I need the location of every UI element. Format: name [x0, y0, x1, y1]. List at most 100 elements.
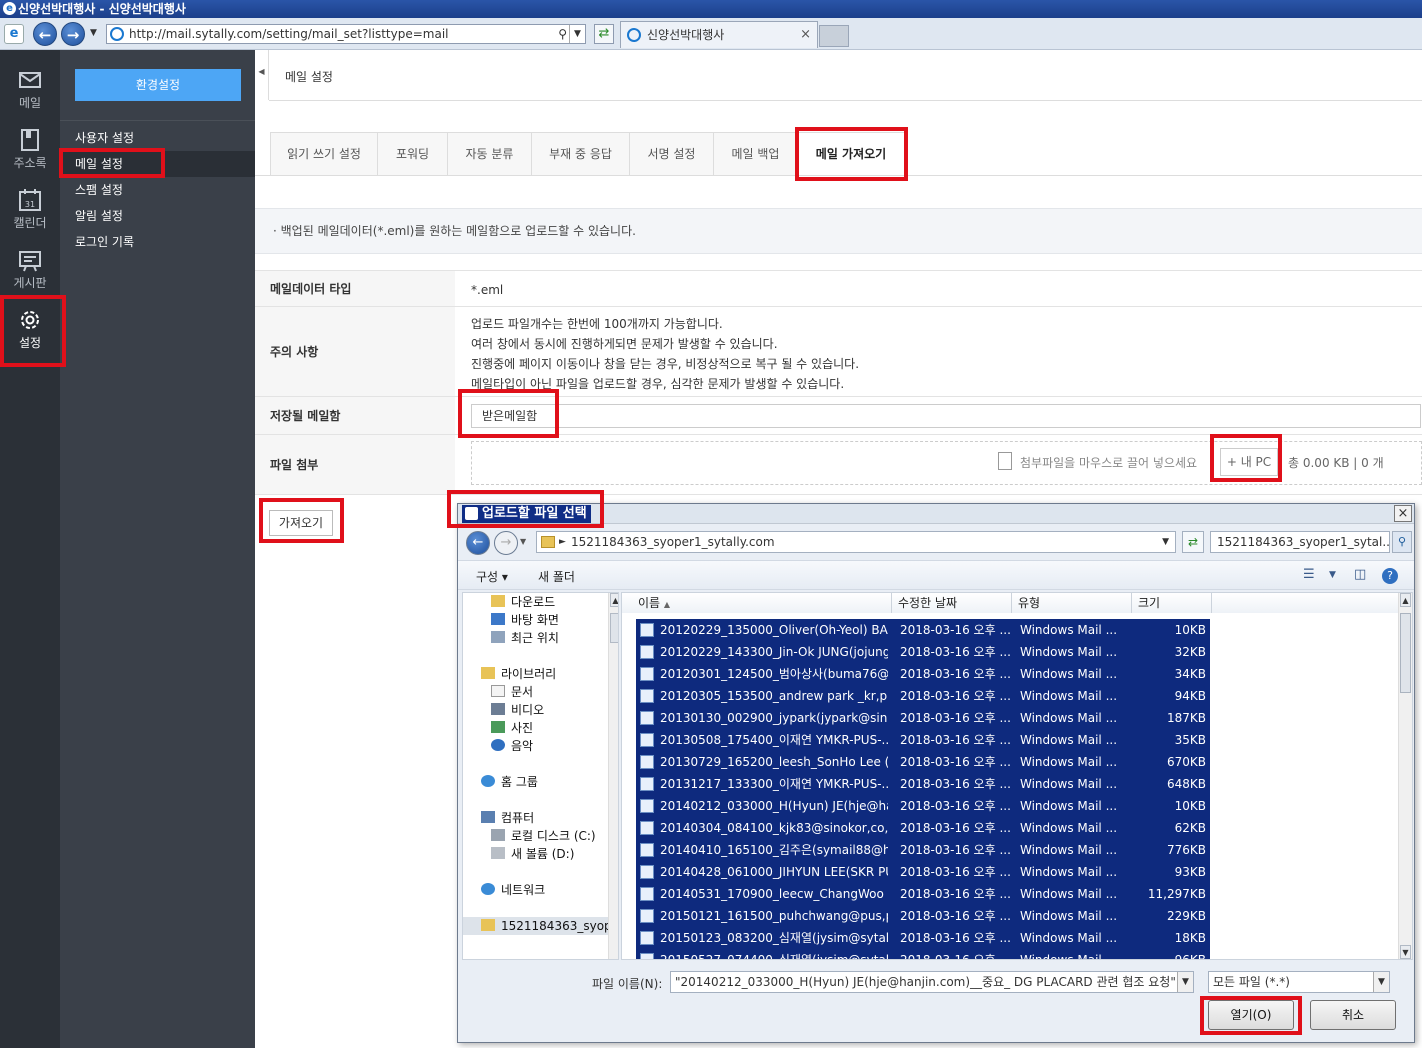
file-date: 2018-03-16 오후 ... [900, 623, 1010, 637]
file-row[interactable]: 20130729_165200_leesh_SonHo Lee (C... 201… [636, 751, 1210, 773]
dialog-forward-button[interactable]: → [494, 531, 518, 555]
url-dropdown-icon[interactable]: ▼ [569, 25, 585, 43]
tree-scrollbar[interactable]: ▲ [608, 593, 618, 959]
environment-settings-button[interactable]: 환경설정 [75, 69, 241, 101]
browser-tab[interactable]: 신양선박대행사 × [620, 21, 818, 48]
file-row[interactable]: 20120229_135000_Oliver(Oh-Yeol) BAE,... 2… [636, 619, 1210, 641]
list-scrollbar[interactable]: ▲ ▼ [1398, 593, 1412, 959]
file-row[interactable]: 20140531_170900_leecw_ChangWoo L... 2018-… [636, 883, 1210, 905]
search-icon[interactable]: ⚲ [558, 25, 567, 43]
dialog-path-bar[interactable]: ► 1521184363_syoper1_sytally.com ▼ [536, 531, 1176, 553]
tree-item-pictures[interactable]: 사진 [491, 719, 533, 737]
tree-item-network[interactable]: 네트워크 [481, 881, 545, 899]
tab-close-icon[interactable]: × [800, 22, 811, 48]
rail-item-calendar[interactable]: 31 캘린더 [0, 180, 60, 236]
dialog-search-icon[interactable]: ⚲ [1392, 531, 1412, 553]
tree-item-current-folder[interactable]: 1521184363_syope [463, 917, 618, 935]
import-button[interactable]: 가져오기 [269, 510, 333, 536]
dialog-search-input[interactable]: 1521184363_syoper1_sytal... [1210, 531, 1390, 553]
back-button[interactable]: ← [33, 22, 57, 46]
dialog-close-button[interactable]: × [1394, 505, 1412, 522]
tab-mail-backup[interactable]: 메일 백업 [713, 132, 797, 176]
file-row[interactable]: 20140212_033000_H(Hyun) JE(hje@ha... 2018… [636, 795, 1210, 817]
tab-mail-import[interactable]: 메일 가져오기 [797, 132, 905, 176]
scroll-up-icon[interactable]: ▲ [1400, 593, 1411, 607]
tree-item-videos[interactable]: 비디오 [491, 701, 544, 719]
mailbox-select[interactable]: 받은메일함 [471, 404, 1421, 428]
file-date: 2018-03-16 오후 ... [900, 821, 1010, 835]
sidebar-item-notification-settings[interactable]: 알림 설정 [60, 203, 255, 229]
tree-item-music[interactable]: 음악 [491, 737, 533, 755]
tree-item-libraries[interactable]: 라이브러리 [481, 665, 556, 683]
tree-item-homegroup[interactable]: 홈 그룹 [481, 773, 538, 791]
file-row[interactable]: 20150527_074400_심재열(jysim@sytall... 2018-… [636, 949, 1210, 959]
file-row[interactable]: 20130130_002900_jypark(jypark@sinok,... 2… [636, 707, 1210, 729]
tab-read-write-settings[interactable]: 읽기 쓰기 설정 [270, 132, 377, 176]
tree-item-computer[interactable]: 컴퓨터 [481, 809, 534, 827]
tree-item-local-disk-c[interactable]: 로컬 디스크 (C:) [491, 827, 596, 845]
rail-item-address-book[interactable]: 주소록 [0, 120, 60, 176]
filetype-dropdown-icon[interactable]: ▼ [1373, 972, 1389, 992]
dialog-back-button[interactable]: ← [466, 531, 490, 555]
sidebar-item-user-settings[interactable]: 사용자 설정 [60, 125, 255, 151]
view-options-icon[interactable]: ☰ [1303, 567, 1315, 582]
column-modified[interactable]: 수정한 날짜 [892, 593, 1012, 613]
filetype-select[interactable]: 모든 파일 (*.*) ▼ [1208, 971, 1390, 993]
file-row[interactable]: 20131217_133300_이재연 YMKR-PUS-... 2018-03-… [636, 773, 1210, 795]
sidebar-item-login-history[interactable]: 로그인 기록 [60, 229, 255, 255]
filename-input[interactable]: "20140212_033000_H(Hyun) JE(hje@hanjin.c… [670, 971, 1194, 993]
dialog-history-dropdown-icon[interactable]: ▼ [520, 537, 526, 546]
file-row[interactable]: 20130508_175400_이재연 YMKR-PUS-... 2018-03-… [636, 729, 1210, 751]
file-row[interactable]: 20150123_083200_심재열(jysim@sytall... 2018-… [636, 927, 1210, 949]
collapse-sidebar-icon[interactable]: ◀ [255, 50, 269, 100]
sidebar-divider [60, 120, 255, 121]
new-folder-button[interactable]: 새 폴더 [538, 568, 575, 585]
file-row[interactable]: 20150121_161500_puhchwang@pus,pil,... 201… [636, 905, 1210, 927]
history-dropdown-icon[interactable]: ▼ [90, 28, 97, 38]
open-button[interactable]: 열기(O) [1208, 1000, 1294, 1030]
sidebar-item-spam-settings[interactable]: 스팸 설정 [60, 177, 255, 203]
scroll-thumb[interactable] [610, 613, 618, 643]
tree-item-desktop[interactable]: 바탕 화면 [491, 611, 559, 629]
refresh-button[interactable]: ⇄ [594, 24, 614, 44]
address-bar[interactable]: http://mail.sytally.com/setting/mail_set… [106, 24, 586, 44]
scroll-down-icon[interactable]: ▼ [1400, 945, 1411, 959]
tree-item-new-volume-d[interactable]: 새 볼륨 (D:) [491, 845, 574, 863]
sidebar-item-mail-settings[interactable]: 메일 설정 [60, 151, 255, 177]
file-row[interactable]: 20120301_124500_범아상사(buma76@h... 2018-03-… [636, 663, 1210, 685]
file-row[interactable]: 20120305_153500_andrew park _kr,pus,... 2… [636, 685, 1210, 707]
filename-dropdown-icon[interactable]: ▼ [1177, 972, 1193, 992]
tree-item-downloads[interactable]: 다운로드 [491, 593, 555, 611]
view-dropdown-icon[interactable]: ▼ [1329, 570, 1336, 580]
preview-pane-icon[interactable]: ◫ [1354, 567, 1366, 582]
scroll-up-icon[interactable]: ▲ [610, 593, 618, 607]
file-row[interactable]: 20140304_084100_kjk83@sinokor,co,kr(... 2… [636, 817, 1210, 839]
file-row[interactable]: 20140428_061000_JIHYUN LEE(SKR PU... 2018… [636, 861, 1210, 883]
new-tab-button[interactable] [819, 25, 849, 47]
tree-label: 로컬 디스크 (C:) [511, 829, 596, 843]
rail-item-settings[interactable]: 설정 [0, 300, 60, 356]
column-name[interactable]: 이름 ▲ [622, 593, 892, 613]
scroll-thumb[interactable] [1400, 613, 1411, 693]
dialog-refresh-button[interactable]: ⇄ [1182, 531, 1204, 553]
tab-away-reply[interactable]: 부재 중 응답 [531, 132, 629, 176]
file-row[interactable]: 20140410_165100_김주은(symail88@ha... 2018-0… [636, 839, 1210, 861]
column-size[interactable]: 크기 [1132, 593, 1212, 613]
tree-item-recent[interactable]: 최근 위치 [491, 629, 559, 647]
tab-auto-sort[interactable]: 자동 분류 [447, 132, 531, 176]
column-type[interactable]: 유형 [1012, 593, 1132, 613]
tree-item-documents[interactable]: 문서 [491, 683, 533, 701]
help-icon[interactable]: ? [1382, 568, 1398, 584]
my-pc-button[interactable]: + 내 PC [1220, 448, 1278, 476]
file-row[interactable]: 20120229_143300_Jin-Ok JUNG(jojung,... 20… [636, 641, 1210, 663]
cancel-button[interactable]: 취소 [1310, 1000, 1396, 1030]
tab-signature-settings[interactable]: 서명 설정 [629, 132, 713, 176]
file-size: 229KB [1166, 909, 1206, 923]
file-drop-zone[interactable]: 첨부파일을 마우스로 끌어 넣으세요 + 내 PC 총 0.00 KB | 0 … [471, 441, 1422, 485]
rail-item-mail[interactable]: 메일 [0, 60, 60, 116]
forward-button[interactable]: → [61, 22, 85, 46]
tab-forwarding[interactable]: 포워딩 [377, 132, 447, 176]
organize-button[interactable]: 구성 ▾ [476, 568, 508, 585]
rail-item-board[interactable]: 게시판 [0, 240, 60, 296]
path-dropdown-icon[interactable]: ▼ [1162, 532, 1169, 552]
